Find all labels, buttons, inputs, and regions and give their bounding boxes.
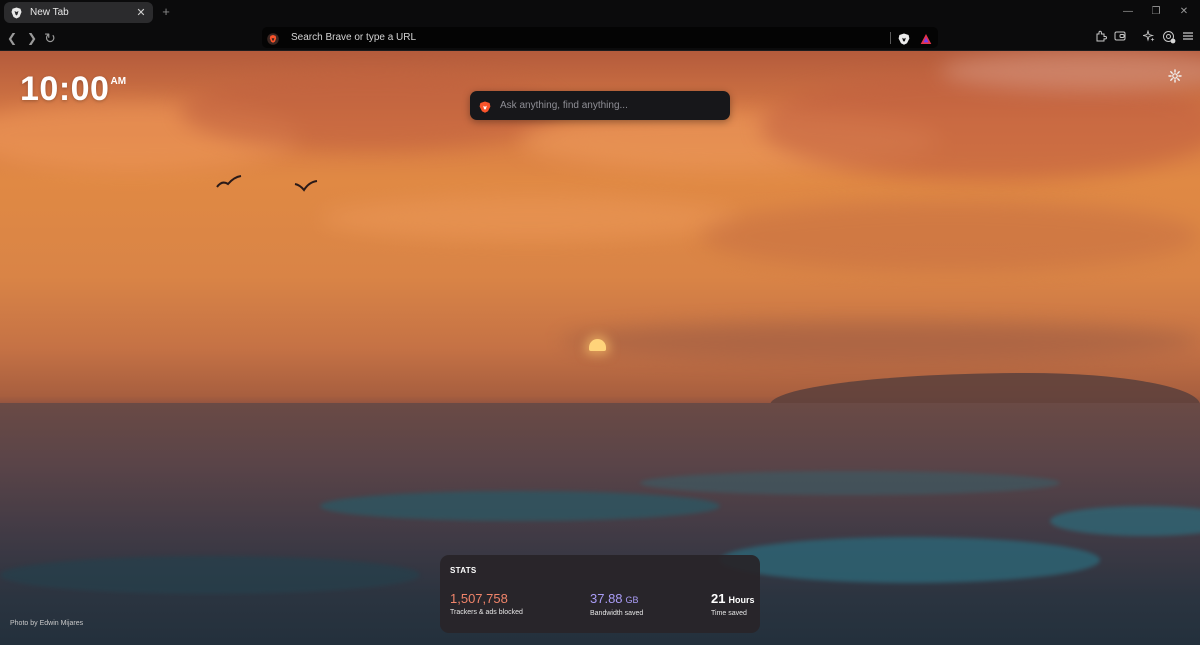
stats-title: STATS — [450, 566, 477, 575]
bird-icon — [216, 175, 242, 188]
stat-bandwidth: 37.88 GB Bandwidth saved — [590, 591, 643, 617]
stats-widget: STATS 1,507,758 Trackers & ads blocked 3… — [440, 555, 760, 633]
clock-time: 10:00 — [20, 70, 110, 108]
tab-close-icon[interactable]: ✕ — [134, 6, 148, 20]
toolbar: ❮ ❯ ↻ — [0, 25, 1200, 51]
time-unit: Hours — [728, 595, 755, 605]
menu-icon[interactable] — [1181, 30, 1195, 44]
vpn-icon[interactable] — [1162, 30, 1176, 44]
clock-ampm: AM — [110, 76, 127, 87]
search-input[interactable] — [500, 100, 730, 111]
brave-shields-icon[interactable] — [898, 32, 910, 45]
trackers-label: Trackers & ads blocked — [450, 609, 523, 616]
extensions-icon[interactable] — [1094, 30, 1108, 44]
stat-time: 21 Hours Time saved — [711, 591, 754, 617]
clock-widget[interactable]: 10:00 AM — [20, 70, 126, 109]
stat-trackers: 1,507,758 Trackers & ads blocked — [450, 591, 523, 616]
brave-lion-icon — [10, 7, 22, 19]
trackers-value: 1,507,758 — [450, 591, 508, 606]
tab-new-tab[interactable]: New Tab ✕ — [4, 2, 153, 23]
tab-title: New Tab — [30, 7, 69, 18]
search-widget[interactable] — [470, 91, 730, 120]
forward-icon[interactable]: ❯ — [24, 30, 40, 46]
bandwidth-unit: GB — [625, 595, 639, 605]
brave-rewards-icon[interactable] — [920, 32, 932, 44]
url-divider — [890, 31, 891, 44]
minimize-icon[interactable]: — — [1120, 4, 1136, 20]
brave-search-icon — [267, 32, 279, 45]
island-silhouette — [770, 373, 1200, 405]
leo-ai-icon[interactable] — [1141, 29, 1156, 44]
reload-icon[interactable]: ↻ — [42, 30, 58, 46]
time-value: 21 — [711, 591, 726, 606]
address-bar[interactable] — [262, 27, 938, 48]
title-bar: New Tab ✕ + — ❐ ✕ — [0, 0, 1200, 25]
bird-icon — [294, 180, 318, 192]
restore-icon[interactable]: ❐ — [1148, 4, 1164, 20]
time-label: Time saved — [711, 610, 747, 617]
url-input[interactable] — [291, 32, 890, 43]
bandwidth-label: Bandwidth saved — [590, 610, 644, 617]
sun — [589, 339, 606, 351]
window-close-icon[interactable]: ✕ — [1176, 4, 1192, 20]
back-icon[interactable]: ❮ — [4, 30, 20, 46]
wallet-icon[interactable] — [1113, 30, 1127, 44]
photo-credit[interactable]: Photo by Edwin Mijares — [10, 620, 83, 627]
new-tab-button[interactable]: + — [158, 4, 174, 20]
brave-search-icon — [479, 100, 491, 113]
gear-icon[interactable] — [1168, 69, 1182, 83]
bandwidth-value: 37.88 — [590, 591, 623, 606]
